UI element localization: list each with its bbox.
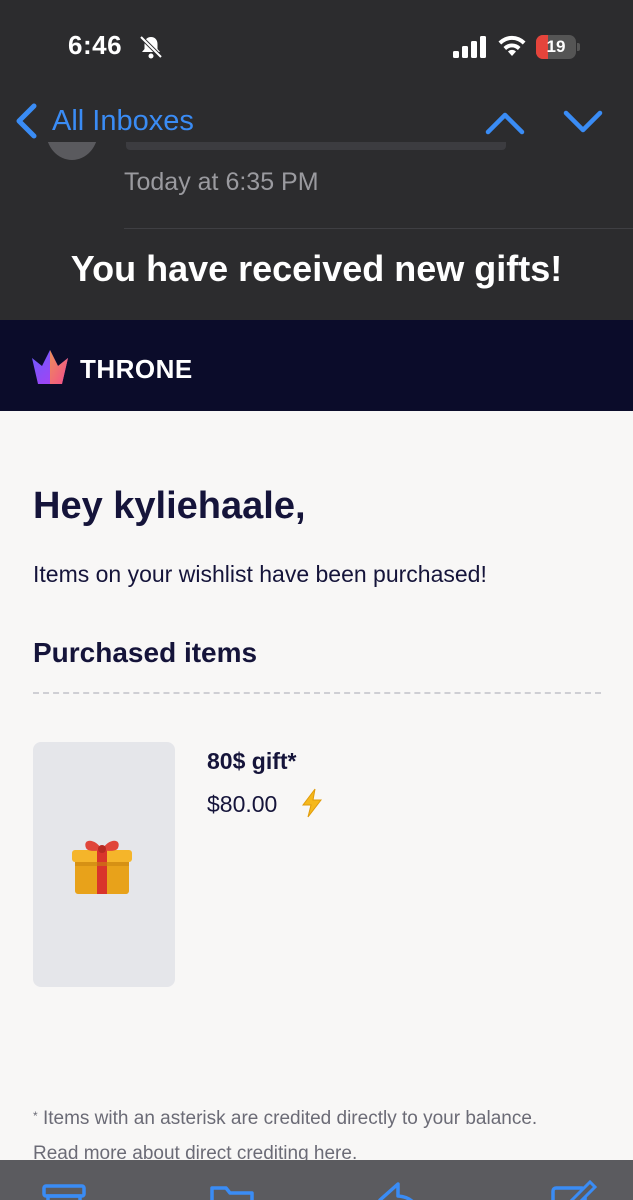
brand-name: THRONE	[80, 354, 193, 384]
signal-icon	[453, 36, 486, 58]
email-body: Hey kyliehaale, Items on your wishlist h…	[0, 411, 633, 1200]
section-title: Purchased items	[33, 637, 258, 668]
battery-level: 19	[546, 37, 566, 56]
back-label: All Inboxes	[52, 104, 194, 137]
sender-avatar	[46, 142, 98, 160]
throne-logo-icon	[32, 350, 68, 384]
chevron-up-icon[interactable]	[484, 107, 526, 137]
gift-icon	[72, 840, 132, 894]
battery-indicator: 19	[536, 35, 580, 59]
sender-row-scrolled	[46, 142, 506, 160]
brand-banner: THRONE	[0, 320, 633, 411]
folder-icon[interactable]	[208, 1180, 256, 1200]
chevron-left-icon	[16, 103, 37, 139]
bell-muted-icon	[139, 35, 163, 59]
compose-icon[interactable]	[550, 1180, 598, 1200]
message-subject: You have received new gifts!	[70, 248, 563, 289]
footnote-line1: Items with an asterisk are credited dire…	[42, 1108, 538, 1129]
item-name[interactable]: 80$ gift*	[207, 748, 296, 775]
lightning-icon	[302, 788, 323, 818]
status-bar: 6:46 19	[0, 0, 633, 95]
reply-icon[interactable]	[376, 1180, 424, 1200]
item-price: $80.00	[207, 791, 278, 817]
sender-line	[126, 142, 506, 150]
footnote-mark: *	[33, 1109, 38, 1123]
back-button[interactable]: All Inboxes	[14, 103, 194, 139]
greeting: Hey kyliehaale,	[33, 485, 306, 527]
intro-text: Items on your wishlist have been purchas…	[33, 561, 487, 587]
chevron-down-icon[interactable]	[562, 107, 604, 137]
divider	[124, 228, 633, 229]
dashed-divider	[33, 692, 601, 694]
status-time: 6:46	[68, 30, 123, 60]
archive-icon[interactable]	[40, 1180, 88, 1200]
item-image[interactable]	[33, 742, 175, 987]
wifi-icon	[498, 35, 526, 56]
bottom-toolbar	[0, 1160, 633, 1200]
mail-header: 6:46 19 All Inboxes Today at 6:35 PM You…	[0, 0, 633, 320]
message-date: Today at 6:35 PM	[124, 168, 319, 196]
